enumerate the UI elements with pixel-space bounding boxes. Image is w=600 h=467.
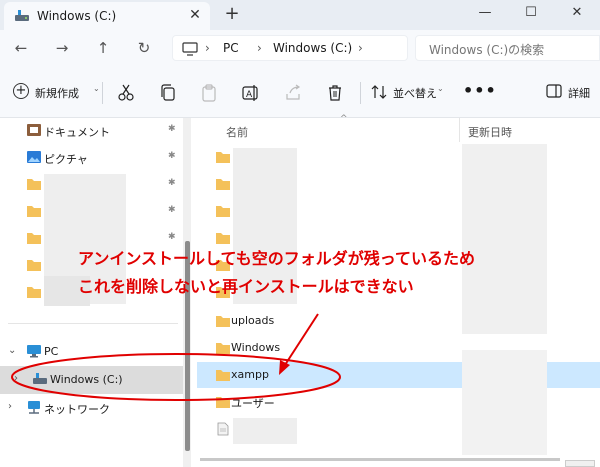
chevron-right-icon[interactable]: › (14, 373, 18, 384)
svg-text:A: A (246, 90, 253, 100)
sidebar-divider (8, 323, 178, 324)
pictures-icon (27, 151, 41, 163)
file-name: uploads (231, 314, 275, 327)
sidebar-item-label: ドキュメント (44, 126, 110, 139)
horizontal-scrollbar[interactable] (200, 458, 560, 461)
monitor-icon (182, 42, 198, 56)
sort-button-label: 並べ替え (393, 87, 437, 100)
folder-icon (216, 370, 230, 381)
toolbar-divider (102, 82, 103, 104)
minimize-button[interactable]: — (462, 0, 508, 28)
more-options-button[interactable]: ••• (463, 81, 497, 100)
close-window-button[interactable]: ✕ (554, 0, 600, 28)
share-icon[interactable] (284, 84, 302, 102)
pin-icon: ✱ (168, 124, 176, 134)
pin-icon: ✱ (168, 151, 176, 161)
pc-icon (27, 345, 41, 358)
refresh-button[interactable]: ↻ (133, 38, 155, 58)
up-button[interactable]: ↑ (92, 38, 114, 58)
sidebar-item-label: PC (44, 345, 59, 358)
sort-ascending-icon: ^ (340, 114, 348, 124)
sidebar-item-network[interactable]: ネットワーク (0, 395, 183, 421)
sidebar-item-label: ネットワーク (44, 403, 110, 416)
pin-icon: ✱ (168, 205, 176, 215)
window-tab[interactable]: Windows (C:) ✕ (4, 2, 210, 30)
tab-close-icon[interactable]: ✕ (187, 7, 203, 23)
breadcrumb-pc[interactable]: PC (223, 41, 239, 55)
redacted-area (233, 418, 297, 444)
new-button-label: 新規作成 (35, 87, 79, 100)
file-name: ユーザー (231, 397, 275, 410)
file-icon (217, 422, 229, 436)
breadcrumb-separator: › (257, 41, 262, 55)
drive-icon (33, 373, 47, 384)
column-header-name[interactable]: 名前 (226, 124, 248, 140)
folder-icon (27, 233, 41, 244)
folder-icon (216, 152, 230, 163)
chevron-down-icon: ⌄ (437, 84, 444, 93)
breadcrumb-separator: › (358, 41, 363, 55)
delete-icon[interactable] (326, 84, 344, 102)
sidebar-item-label: ピクチャ (44, 153, 88, 166)
sidebar-item-drive-c[interactable]: › Windows (C:) (0, 366, 183, 394)
folder-icon (27, 179, 41, 190)
sort-icon (371, 85, 387, 99)
breadcrumb-separator: › (205, 41, 210, 55)
column-header-modified[interactable]: 更新日時 (468, 124, 512, 140)
address-bar[interactable]: › PC › Windows (C:) › (172, 35, 408, 61)
plus-icon: + (13, 83, 29, 99)
new-tab-button[interactable]: + (224, 3, 240, 24)
annotation-text-line1: アンインストールしても空のフォルダが残っているため (78, 249, 475, 268)
folder-icon (216, 343, 230, 354)
rename-icon[interactable]: A (242, 84, 260, 102)
copy-icon[interactable] (159, 84, 177, 102)
maximize-button[interactable]: ☐ (508, 0, 554, 28)
folder-icon (216, 206, 230, 217)
folder-icon (216, 397, 230, 408)
pin-icon: ✱ (168, 232, 176, 242)
annotation-text-line2: これを削除しないと再インストールはできない (78, 277, 414, 296)
details-pane-icon (546, 84, 562, 98)
drive-icon (15, 10, 29, 21)
pin-icon: ✱ (168, 178, 176, 188)
folder-icon (27, 287, 41, 298)
folder-icon (216, 233, 230, 244)
documents-icon (27, 124, 41, 136)
sidebar-item-label: Windows (C:) (50, 373, 123, 386)
file-name: Windows (231, 341, 281, 354)
column-divider[interactable] (459, 118, 460, 142)
paste-icon[interactable] (200, 84, 218, 102)
chevron-down-icon: ⌄ (93, 84, 100, 93)
search-box[interactable]: Windows (C:)の検索 (415, 35, 600, 61)
tab-title: Windows (C:) (37, 9, 117, 23)
folder-icon (27, 260, 41, 271)
network-icon (28, 401, 40, 414)
breadcrumb-drive[interactable]: Windows (C:) (273, 41, 352, 55)
redacted-date-area (462, 350, 547, 455)
sidebar-item-pictures[interactable]: ピクチャ ✱ (0, 145, 183, 171)
resize-grip[interactable] (565, 460, 595, 467)
navigation-bar: ← → ↑ ↻ › PC › Windows (C:) › Windows (C… (0, 30, 600, 66)
title-bar: Windows (C:) ✕ + — ☐ ✕ (0, 0, 600, 30)
redacted-date-area (462, 144, 547, 334)
sidebar-item-documents[interactable]: ドキュメント ✱ (0, 118, 183, 144)
details-button-label: 詳細 (568, 87, 590, 100)
forward-button[interactable]: → (51, 38, 73, 58)
file-name: xampp (231, 368, 269, 381)
command-bar: + 新規作成 ⌄ A 並べ替え ⌄ ••• 詳細 (0, 66, 600, 118)
search-placeholder: Windows (C:)の検索 (429, 43, 545, 57)
back-button[interactable]: ← (10, 38, 32, 58)
cut-icon[interactable] (117, 84, 135, 102)
toolbar-divider (360, 82, 361, 104)
folder-icon (216, 316, 230, 327)
sidebar-item-pc[interactable]: PC (0, 339, 183, 365)
folder-icon (27, 206, 41, 217)
folder-icon (216, 179, 230, 190)
